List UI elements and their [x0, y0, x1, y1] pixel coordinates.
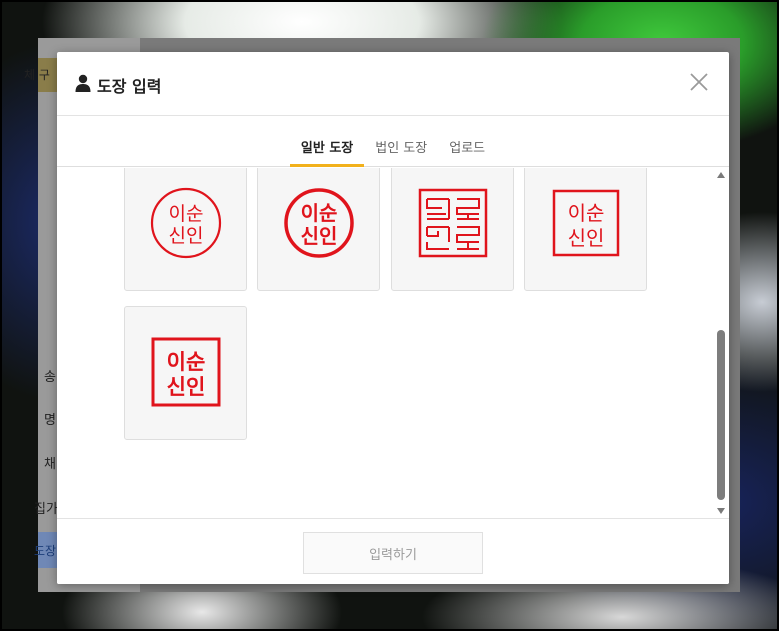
scroll-thumb[interactable]	[717, 330, 725, 500]
underlying-strip-text: 체 구	[24, 68, 50, 82]
svg-text:이순: 이순	[301, 201, 338, 225]
svg-text:이순: 이순	[568, 201, 605, 225]
stamp-input-dialog: 도장 입력 일반 도장 법인 도장 업로드 이순 신인 이순 신인 이순 신인 …	[57, 52, 729, 584]
svg-text:신인: 신인	[169, 225, 204, 247]
svg-text:신인: 신인	[568, 226, 605, 250]
close-icon[interactable]	[687, 70, 711, 94]
submit-button[interactable]: 입력하기	[303, 532, 483, 574]
underlying-item: 채	[44, 457, 56, 472]
stamp-image: 이순 신인	[552, 189, 620, 257]
stamp-image: 이순 신인	[284, 188, 354, 258]
dialog-footer: 입력하기	[57, 518, 729, 584]
underlying-item: 명	[44, 413, 56, 428]
tab-upload[interactable]: 업로드	[438, 137, 496, 166]
scroll-up-arrow-icon[interactable]	[717, 172, 725, 178]
underlying-item: 집가	[34, 502, 58, 517]
stamp-grid: 이순 신인 이순 신인 이순 신인 이순 신인	[57, 168, 729, 518]
dialog-header: 도장 입력	[57, 52, 729, 116]
svg-text:신인: 신인	[301, 224, 338, 248]
stamp-image: 이순 신인	[150, 187, 222, 259]
user-icon	[75, 74, 91, 92]
stamp-image: 이순 신인	[151, 337, 221, 407]
stamp-option-square-bold[interactable]: 이순 신인	[124, 306, 247, 440]
underlying-item: 송	[44, 370, 56, 385]
stamp-option-circle-thin[interactable]: 이순 신인	[124, 168, 247, 291]
stamp-image: 이순 신인	[418, 188, 488, 258]
stamp-option-circle-bold[interactable]: 이순 신인	[257, 168, 380, 291]
stamp-type-tabs: 일반 도장 법인 도장 업로드	[57, 117, 729, 167]
svg-text:신인: 신인	[167, 375, 206, 399]
vertical-scrollbar[interactable]	[714, 168, 728, 518]
scroll-down-arrow-icon[interactable]	[717, 508, 725, 514]
svg-text:이순: 이순	[169, 203, 204, 225]
stamp-option-square-seal-script[interactable]: 이순 신인	[391, 168, 514, 291]
svg-text:이순: 이순	[167, 350, 206, 374]
tab-general-stamp[interactable]: 일반 도장	[289, 137, 365, 167]
tab-corporate-stamp[interactable]: 법인 도장	[364, 137, 438, 166]
dialog-title: 도장 입력	[97, 77, 162, 96]
stamp-option-square-thin[interactable]: 이순 신인	[524, 168, 647, 291]
underlying-active-label: 도장	[34, 544, 57, 558]
